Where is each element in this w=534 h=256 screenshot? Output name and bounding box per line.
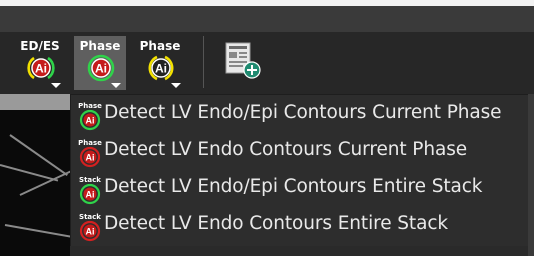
stack-ai-icon: Stack Ai <box>79 213 101 242</box>
chevron-down-icon[interactable] <box>51 83 61 88</box>
auto-ai-icon: Ai <box>148 55 174 81</box>
phase-auto-detect-button-2[interactable]: Phase Ai <box>134 36 186 90</box>
right-edge-panel <box>528 94 534 256</box>
menu-item-label: Detect LV Endo/Epi Contours Entire Stack <box>104 176 483 197</box>
ed-es-label: ED/ES <box>20 39 60 53</box>
phase-auto-detect-button[interactable]: Phase Ai <box>74 36 126 90</box>
svg-text:Ai: Ai <box>86 190 95 200</box>
phase-label-2: Phase <box>139 39 181 53</box>
menu-item-endo-epi-entire-stack[interactable]: Stack Ai Detect LV Endo/Epi Contours Ent… <box>71 169 529 205</box>
report-add-icon[interactable] <box>222 40 264 82</box>
stack-ai-icon: Stack Ai <box>79 176 101 205</box>
menu-item-badge: Stack <box>79 176 101 184</box>
menu-item-label: Detect LV Endo/Epi Contours Current Phas… <box>104 102 502 123</box>
svg-text:Ai: Ai <box>86 227 95 237</box>
svg-text:Ai: Ai <box>86 116 95 126</box>
phase-ai-icon: Phase Ai <box>78 139 102 168</box>
menu-item-label: Detect LV Endo Contours Entire Stack <box>104 213 449 234</box>
svg-text:Ai: Ai <box>95 62 107 76</box>
menu-item-badge: Phase <box>78 102 102 110</box>
toolbar-separator <box>203 36 204 88</box>
menu-item-label: Detect LV Endo Contours Current Phase <box>104 139 468 160</box>
menu-item-endo-current-phase[interactable]: Phase Ai Detect LV Endo Contours Current… <box>71 132 529 168</box>
title-bar <box>0 6 534 32</box>
svg-text:Ai: Ai <box>86 153 95 163</box>
phase-ai-icon: Phase Ai <box>78 102 102 131</box>
auto-ai-icon: Ai <box>27 56 55 80</box>
phase-label: Phase <box>79 39 121 53</box>
menu-item-badge: Phase <box>78 139 102 147</box>
auto-detect-dropdown-menu: Phase Ai Detect LV Endo/Epi Contours Cur… <box>70 94 530 248</box>
svg-text:Ai: Ai <box>155 62 167 76</box>
image-viewport[interactable] <box>0 94 70 256</box>
ed-es-auto-detect-button[interactable]: ED/ES Ai <box>14 36 66 90</box>
menu-item-endo-entire-stack[interactable]: Stack Ai Detect LV Endo Contours Entire … <box>71 206 529 242</box>
chevron-down-icon[interactable] <box>171 83 181 88</box>
chevron-down-icon[interactable] <box>111 83 121 88</box>
auto-ai-icon: Ai <box>87 54 115 82</box>
svg-text:Ai: Ai <box>35 62 47 76</box>
background-panel <box>70 246 534 256</box>
viewport-header <box>0 94 70 110</box>
menu-item-endo-epi-current-phase[interactable]: Phase Ai Detect LV Endo/Epi Contours Cur… <box>71 95 529 131</box>
menu-item-badge: Stack <box>79 213 101 221</box>
